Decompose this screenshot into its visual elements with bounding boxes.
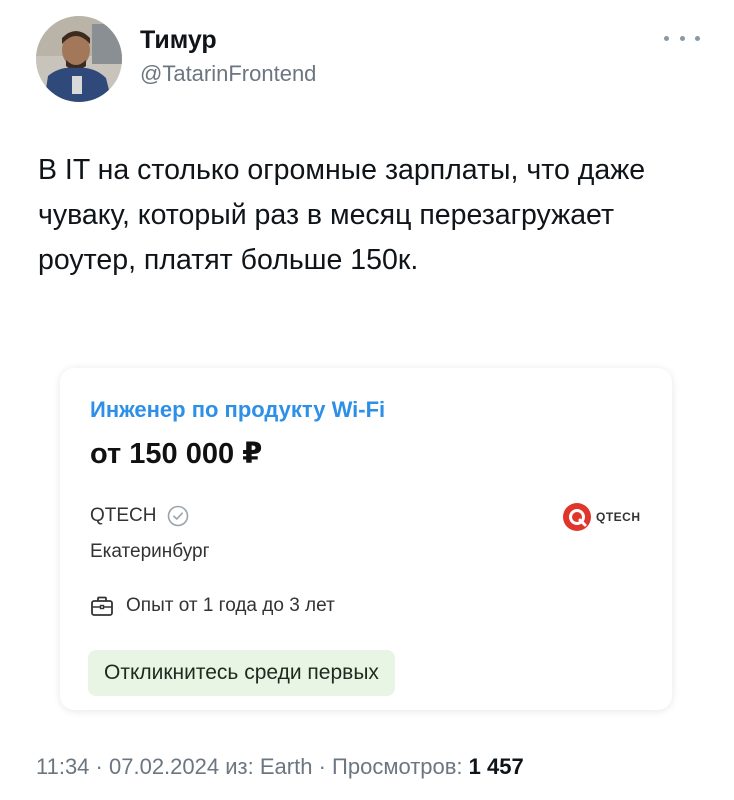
views-count[interactable]: 1 457 <box>469 754 524 779</box>
logo-text: QTECH <box>596 510 641 524</box>
more-dots-icon <box>695 35 700 41</box>
tweet-text: В IT на столько огромные зарплаты, что д… <box>38 154 646 276</box>
job-city: Екатеринбург <box>90 541 210 562</box>
briefcase-icon <box>91 596 113 616</box>
company-logo[interactable]: QTECH <box>562 502 641 532</box>
author-handle[interactable]: @TatarinFrontend <box>140 60 316 88</box>
tweet-date[interactable]: 07.02.2024 <box>109 754 219 779</box>
views-label: Просмотров: <box>332 754 463 779</box>
job-salary: от 150 000 ₽ <box>90 438 263 470</box>
tweet-time[interactable]: 11:34 <box>36 754 89 779</box>
meta-separator: · <box>318 754 326 779</box>
tweet-source: Earth <box>259 754 313 779</box>
tweet-meta: 11:34 · 07.02.2024 из: Earth · Просмотро… <box>36 752 524 782</box>
author-avatar[interactable] <box>36 16 122 102</box>
qtech-logo-icon <box>563 503 591 531</box>
respond-badge: Откликнитесь среди первых <box>88 650 395 696</box>
check-circle-icon <box>167 505 188 527</box>
more-options-button[interactable] <box>664 28 700 48</box>
author-name[interactable]: Тимур <box>140 25 217 55</box>
avatar-image <box>36 16 122 102</box>
meta-separator: · <box>95 754 103 779</box>
experience-row: Опыт от 1 года до 3 лет <box>90 594 335 618</box>
company-row: QTECH <box>90 504 189 528</box>
job-title[interactable]: Инженер по продукту Wi-Fi <box>90 396 385 424</box>
more-dots-icon <box>664 35 669 41</box>
more-dots-icon <box>679 35 685 41</box>
experience-text: Опыт от 1 года до 3 лет <box>126 595 335 616</box>
source-label: из: <box>225 754 254 779</box>
job-card[interactable]: Инженер по продукту Wi-Fi от 150 000 ₽ Q… <box>60 368 672 710</box>
company-name[interactable]: QTECH <box>90 504 157 528</box>
